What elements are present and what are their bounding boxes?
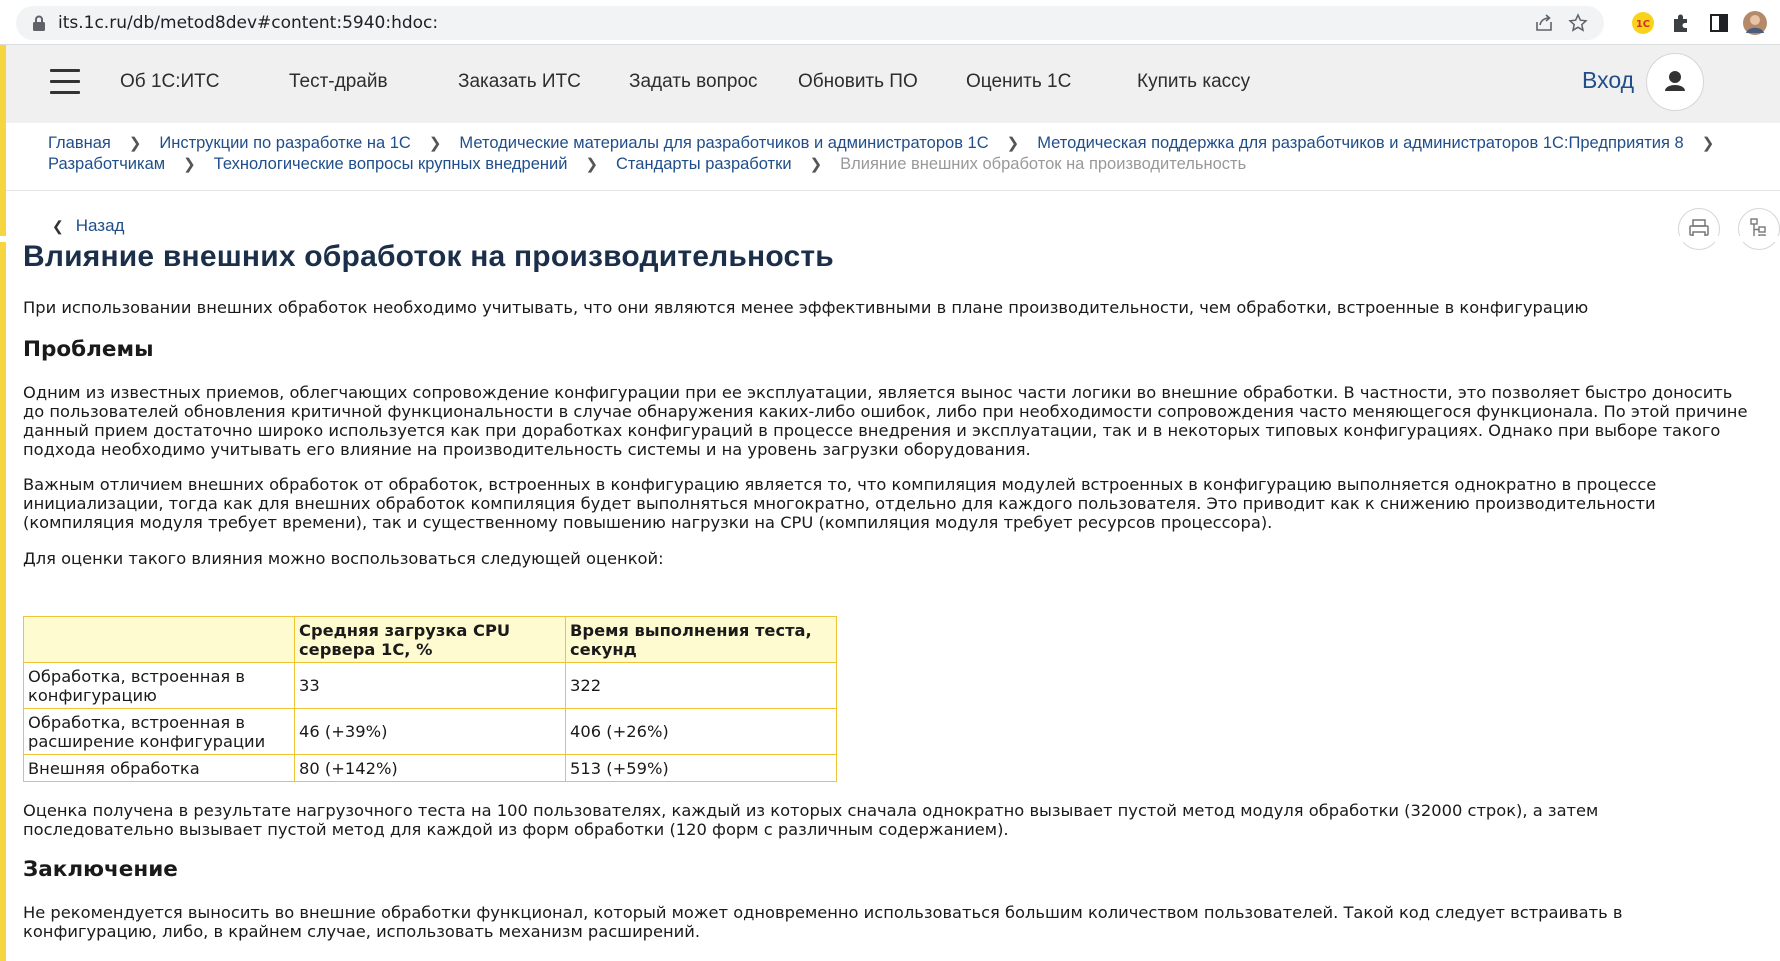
site-header: Об 1С:ИТС Тест-драйв Заказать ИТС Задать… <box>6 45 1780 123</box>
browser-toolbar: its.1c.ru/db/metod8dev#content:5940:hdoc… <box>0 0 1780 45</box>
divider <box>6 190 1780 191</box>
nav-rate-1c[interactable]: Оценить 1С <box>966 71 1071 93</box>
breadcrumb-dev-instructions[interactable]: Инструкции по разработке на 1С <box>159 134 410 152</box>
tree-view-button[interactable] <box>1738 208 1780 250</box>
tree-structure-icon <box>1750 218 1766 241</box>
table-cell: Обработка, встроенная в конфигурацию <box>23 662 295 709</box>
breadcrumb-method-materials[interactable]: Методические материалы для разработчиков… <box>459 134 988 152</box>
table-cell: 406 (+26%) <box>565 708 837 755</box>
chevron-right-icon: ❯ <box>809 156 823 173</box>
user-button[interactable] <box>1646 53 1704 111</box>
accent-stripe <box>0 45 6 961</box>
breadcrumb-method-support[interactable]: Методическая поддержка для разработчиков… <box>1037 134 1683 152</box>
table-cell: 80 (+142%) <box>294 754 566 782</box>
share-icon[interactable] <box>1534 13 1554 33</box>
performance-table: Средняя загрузка CPU сервера 1С, % Время… <box>23 616 837 782</box>
nav-buy-cashbox[interactable]: Купить кассу <box>1137 71 1250 93</box>
login-link[interactable]: Вход <box>1582 67 1634 94</box>
problems-paragraph-3: Для оценки такого влияния можно воспольз… <box>23 549 664 568</box>
nav-ask-question[interactable]: Задать вопрос <box>629 71 758 93</box>
table-cell: 46 (+39%) <box>294 708 566 755</box>
star-icon[interactable] <box>1568 13 1588 33</box>
chevron-right-icon: ❯ <box>585 156 599 173</box>
table-header-cell: Средняя загрузка CPU сервера 1С, % <box>294 616 566 663</box>
breadcrumb-developers[interactable]: Разработчикам <box>48 155 165 173</box>
title-overlap-mask <box>0 236 1780 242</box>
test-description-paragraph: Оценка получена в результате нагрузочног… <box>23 801 1599 839</box>
chevron-left-icon: ❮ <box>52 218 64 234</box>
extensions-puzzle-icon[interactable] <box>1668 10 1694 36</box>
url-text[interactable]: its.1c.ru/db/metod8dev#content:5940:hdoc… <box>58 13 438 33</box>
printer-icon <box>1689 219 1709 239</box>
table-row: Обработка, встроенная в расширение конфи… <box>23 708 837 755</box>
chevron-right-icon: ❯ <box>1701 135 1715 152</box>
nav-order-its[interactable]: Заказать ИТС <box>458 71 581 93</box>
table-header-row: Средняя загрузка CPU сервера 1С, % Время… <box>23 616 837 663</box>
svg-text:1С: 1С <box>1636 19 1650 30</box>
table-cell: 33 <box>294 662 566 709</box>
table-cell: 513 (+59%) <box>565 754 837 782</box>
conclusion-paragraph: Не рекомендуется выносить во внешние обр… <box>23 903 1623 941</box>
breadcrumb-dev-standards[interactable]: Стандарты разработки <box>616 155 792 173</box>
back-link[interactable]: ❮ Назад <box>52 216 124 236</box>
chevron-right-icon: ❯ <box>128 135 142 152</box>
print-button[interactable] <box>1678 208 1720 250</box>
user-icon <box>1665 71 1685 91</box>
chevron-right-icon: ❯ <box>183 156 196 173</box>
section-heading-conclusion: Заключение <box>23 857 178 882</box>
1c-extension-icon[interactable]: 1С <box>1630 10 1656 36</box>
chevron-right-icon: ❯ <box>428 135 442 152</box>
section-heading-problems: Проблемы <box>23 337 154 362</box>
menu-icon[interactable] <box>50 69 80 95</box>
back-label: Назад <box>75 216 125 235</box>
table-row: Обработка, встроенная в конфигурацию 33 … <box>23 662 837 709</box>
breadcrumb-current: Влияние внешних обработок на производите… <box>840 155 1247 173</box>
breadcrumb-home[interactable]: Главная <box>48 134 111 152</box>
page-title: Влияние внешних обработок на производите… <box>23 240 834 273</box>
nav-test-drive[interactable]: Тест-драйв <box>289 71 388 93</box>
problems-paragraph-1: Одним из известных приемов, облегчающих … <box>23 383 1748 459</box>
table-cell: Обработка, встроенная в расширение конфи… <box>23 708 295 755</box>
table-header-cell: Время выполнения теста, секунд <box>565 616 837 663</box>
table-row: Внешняя обработка 80 (+142%) 513 (+59%) <box>23 754 837 782</box>
chevron-right-icon: ❯ <box>1006 135 1020 152</box>
nav-about[interactable]: Об 1С:ИТС <box>120 71 220 93</box>
side-panel-icon[interactable] <box>1706 10 1732 36</box>
table-cell: Внешняя обработка <box>23 754 295 782</box>
breadcrumb: Главная ❯ Инструкции по разработке на 1С ❯ М… <box>48 133 1748 175</box>
table-header-cell <box>23 616 295 663</box>
breadcrumb-tech-questions[interactable]: Технологические вопросы крупных внедрени… <box>214 155 568 173</box>
intro-paragraph: При использовании внешних обработок необ… <box>23 298 1589 317</box>
problems-paragraph-2: Важным отличием внешних обработок от обр… <box>23 475 1657 532</box>
lock-icon[interactable] <box>32 15 46 31</box>
nav-update-software[interactable]: Обновить ПО <box>798 71 918 93</box>
address-bar[interactable]: its.1c.ru/db/metod8dev#content:5940:hdoc… <box>16 6 1604 40</box>
table-cell: 322 <box>565 662 837 709</box>
profile-avatar-icon[interactable] <box>1742 10 1768 36</box>
